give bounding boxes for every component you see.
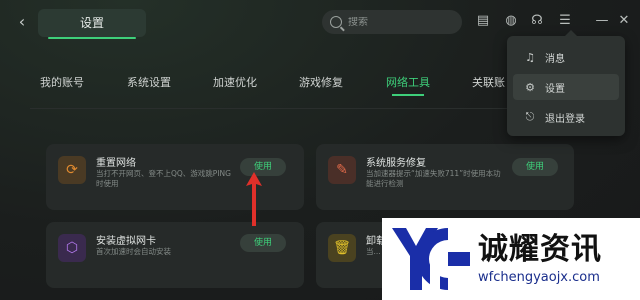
card-reset-network: ⟳ 重置网络 当打不开网页、登不上QQ、游戏跳PING时使用 使用: [46, 144, 304, 210]
use-button[interactable]: 使用: [512, 158, 558, 176]
card-title: 安装虚拟网卡: [96, 236, 156, 247]
gear-icon: ⚙: [525, 80, 535, 94]
wrench-icon: ✎: [328, 156, 356, 184]
minimize-icon[interactable]: —: [594, 12, 610, 30]
user-dropdown-menu: ♫ 消息 ⚙ 设置 ⎋ 退出登录: [507, 30, 625, 136]
watermark-logo: [392, 228, 470, 290]
search-input[interactable]: [348, 16, 458, 28]
page-title: 设置: [38, 9, 146, 39]
trash-icon: 🗑: [328, 234, 356, 262]
headset-icon[interactable]: ☊: [528, 12, 546, 30]
tab-my-account[interactable]: 我的账号: [40, 74, 84, 90]
cube-icon: ⬡: [58, 234, 86, 262]
menu-item-messages[interactable]: ♫ 消息: [513, 44, 619, 70]
card-title: 系统服务修复: [366, 158, 426, 169]
card-title: 重置网络: [96, 158, 136, 169]
bell-icon: ♫: [525, 50, 535, 64]
search-box[interactable]: [322, 10, 462, 34]
menu-item-label: 退出登录: [545, 113, 585, 125]
watermark-url: wfchengyaojx.com: [478, 270, 600, 285]
card-service-repair: ✎ 系统服务修复 当加速器提示“加速失败711”时使用本功能进行检测 使用: [316, 144, 574, 210]
watermark-name: 诚耀资讯: [478, 232, 602, 267]
search-icon: [330, 16, 342, 28]
tab-network-tools[interactable]: 网络工具: [386, 74, 430, 96]
tab-linked-accounts[interactable]: 关联账: [472, 74, 505, 90]
list-menu-icon[interactable]: ☰: [556, 12, 574, 30]
logout-icon: ⎋: [525, 110, 535, 123]
menu-item-label: 消息: [545, 53, 565, 65]
tab-game-repair[interactable]: 游戏修复: [299, 74, 343, 90]
menu-item-settings[interactable]: ⚙ 设置: [513, 74, 619, 100]
chevron-left-icon[interactable]: ‹: [14, 12, 30, 32]
mail-icon[interactable]: ▤: [474, 12, 492, 30]
settings-window: ‹ 设置 ▤ ◍ ☊ ☰ — ✕ 我的账号 系统设置 加速优化 游戏修复 网络工…: [0, 0, 640, 300]
tab-acceleration[interactable]: 加速优化: [213, 74, 257, 90]
card-install-virtual-nic: ⬡ 安装虚拟网卡 首次加速时会自动安装 使用: [46, 222, 304, 288]
menu-item-logout[interactable]: ⎋ 退出登录: [513, 104, 619, 130]
use-button[interactable]: 使用: [240, 234, 286, 252]
close-icon[interactable]: ✕: [616, 12, 632, 30]
watermark: 诚耀资讯 wfchengyaojx.com: [382, 218, 640, 300]
card-description: 当打不开网页、登不上QQ、游戏跳PING时使用: [96, 169, 231, 188]
refresh-icon: ⟳: [58, 156, 86, 184]
card-description: 首次加速时会自动安装: [96, 247, 171, 256]
speedometer-icon[interactable]: ◍: [502, 12, 520, 30]
menu-item-label: 设置: [545, 83, 565, 95]
tab-system-settings[interactable]: 系统设置: [127, 74, 171, 90]
card-description: 当加速器提示“加速失败711”时使用本功能进行检测: [366, 169, 501, 188]
annotation-arrow: [246, 172, 262, 226]
